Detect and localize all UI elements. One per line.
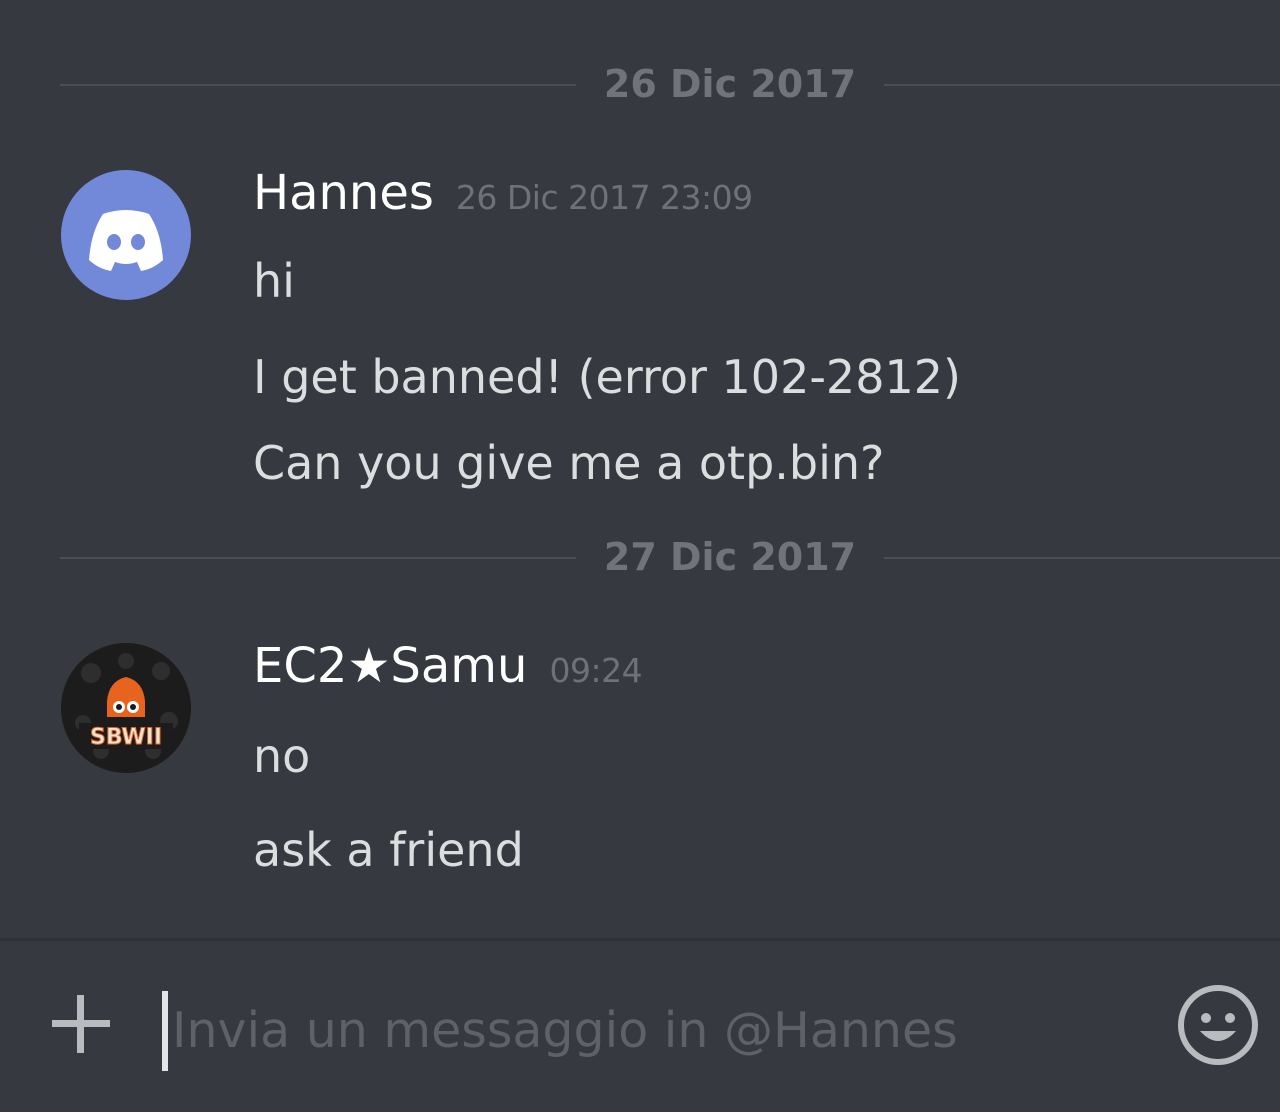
timestamp: 26 Dic 2017 23:09 bbox=[455, 178, 753, 217]
avatar[interactable] bbox=[61, 170, 191, 300]
text-caret bbox=[162, 991, 168, 1071]
divider-date: 27 Dic 2017 bbox=[603, 535, 857, 579]
date-divider: 27 Dic 2017 bbox=[60, 537, 1280, 577]
date-divider: 26 Dic 2017 bbox=[60, 64, 1280, 104]
avatar[interactable]: SBWII bbox=[61, 643, 191, 773]
username[interactable]: EC2★Samu bbox=[253, 638, 527, 694]
message-input[interactable]: Invia un messaggio in @Hannes bbox=[162, 987, 1162, 1071]
sbwii-logo-icon: SBWII bbox=[61, 643, 191, 773]
message-composer: Invia un messaggio in @Hannes bbox=[0, 938, 1280, 1112]
message-text: I get banned! (error 102-2812) bbox=[253, 350, 961, 404]
emoji-picker-button[interactable] bbox=[1176, 983, 1260, 1067]
plus-icon bbox=[52, 995, 110, 1053]
timestamp: 09:24 bbox=[549, 651, 643, 690]
divider-line bbox=[60, 84, 576, 86]
message-input-placeholder: Invia un messaggio in @Hannes bbox=[172, 1002, 958, 1059]
message-list: 26 Dic 2017 Hannes 26 Dic 2017 23:09 hi I… bbox=[0, 0, 1280, 938]
message-text: ask a friend bbox=[253, 823, 524, 877]
divider-line bbox=[60, 557, 576, 559]
username[interactable]: Hannes bbox=[253, 165, 434, 221]
message-text: hi bbox=[253, 254, 295, 308]
message-header: Hannes 26 Dic 2017 23:09 bbox=[253, 165, 753, 221]
divider-line bbox=[884, 84, 1280, 86]
chat-window: 26 Dic 2017 Hannes 26 Dic 2017 23:09 hi I… bbox=[0, 0, 1280, 1112]
sbwii-logo-text: SBWII bbox=[90, 725, 162, 750]
add-attachment-button[interactable] bbox=[50, 993, 112, 1055]
discord-logo-icon bbox=[89, 210, 163, 271]
divider-line bbox=[884, 557, 1280, 559]
message-text: Can you give me a otp.bin? bbox=[253, 436, 885, 490]
message-text: no bbox=[253, 729, 311, 783]
divider-date: 26 Dic 2017 bbox=[603, 62, 857, 106]
message-header: EC2★Samu 09:24 bbox=[253, 638, 643, 694]
emoji-smile-icon bbox=[1178, 985, 1258, 1065]
